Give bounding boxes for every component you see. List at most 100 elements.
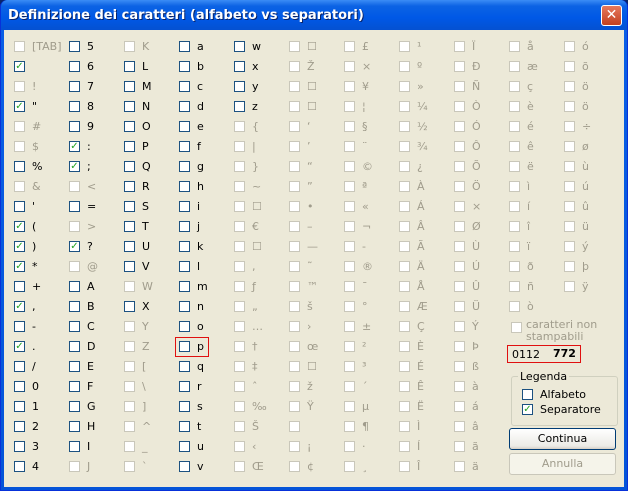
char-checkbox[interactable] — [69, 341, 80, 352]
char-checkbox[interactable] — [179, 361, 190, 372]
char-checkbox[interactable] — [234, 401, 245, 412]
char-checkbox[interactable] — [14, 201, 25, 212]
char-checkbox[interactable] — [124, 141, 135, 152]
char-checkbox[interactable] — [289, 181, 300, 192]
char-option[interactable]: È — [399, 340, 449, 355]
char-option[interactable]: p — [175, 337, 229, 357]
char-checkbox[interactable]: ✓ — [14, 261, 25, 272]
char-checkbox[interactable] — [344, 141, 355, 152]
char-checkbox[interactable] — [179, 61, 190, 72]
char-checkbox[interactable] — [454, 361, 465, 372]
char-checkbox[interactable] — [234, 141, 245, 152]
char-option[interactable]: ´ — [344, 380, 394, 395]
char-option[interactable]: I — [69, 440, 119, 455]
char-checkbox[interactable] — [234, 421, 245, 432]
char-checkbox[interactable] — [454, 81, 465, 92]
char-option[interactable]: j — [179, 220, 229, 235]
char-option[interactable]: õ — [564, 60, 614, 75]
char-checkbox[interactable] — [124, 41, 135, 52]
char-option[interactable]: ☐ — [289, 40, 339, 55]
char-checkbox[interactable] — [399, 421, 410, 432]
char-checkbox[interactable] — [454, 181, 465, 192]
char-checkbox[interactable] — [564, 181, 575, 192]
char-option[interactable]: Ù — [454, 240, 504, 255]
char-option[interactable]: T — [124, 220, 174, 235]
char-checkbox[interactable] — [69, 321, 80, 332]
char-option[interactable]: ® — [344, 260, 394, 275]
char-option[interactable]: K — [124, 40, 174, 55]
char-option[interactable]: ö — [564, 80, 614, 95]
char-option[interactable]: ƒ — [234, 280, 284, 295]
char-option[interactable]: ó — [564, 40, 614, 55]
char-checkbox[interactable] — [509, 301, 520, 312]
char-option[interactable]: B — [69, 300, 119, 315]
char-option[interactable]: ¶ — [344, 420, 394, 435]
char-checkbox[interactable] — [289, 461, 300, 472]
char-option[interactable]: ! — [14, 80, 64, 95]
char-checkbox[interactable] — [289, 401, 300, 412]
char-checkbox[interactable] — [289, 321, 300, 332]
close-button[interactable]: ✕ — [601, 5, 622, 26]
char-checkbox[interactable] — [344, 441, 355, 452]
char-checkbox[interactable] — [14, 321, 25, 332]
char-checkbox[interactable] — [69, 121, 80, 132]
char-option[interactable]: “ — [289, 160, 339, 175]
char-checkbox[interactable] — [344, 181, 355, 192]
char-checkbox[interactable] — [124, 281, 135, 292]
char-checkbox[interactable] — [234, 341, 245, 352]
char-option[interactable]: m — [179, 280, 229, 295]
char-checkbox[interactable] — [179, 321, 190, 332]
char-checkbox[interactable] — [344, 101, 355, 112]
char-checkbox[interactable] — [124, 161, 135, 172]
char-checkbox[interactable] — [399, 161, 410, 172]
char-option[interactable]: ` — [124, 460, 174, 475]
char-checkbox[interactable] — [289, 81, 300, 92]
char-option[interactable]: & — [14, 180, 64, 195]
char-option[interactable]: e — [179, 120, 229, 135]
char-checkbox[interactable] — [399, 461, 410, 472]
char-checkbox[interactable] — [344, 361, 355, 372]
char-option[interactable]: „ — [234, 300, 284, 315]
char-option[interactable]: ] — [124, 400, 174, 415]
char-checkbox[interactable] — [289, 281, 300, 292]
char-option[interactable]: Ò — [454, 100, 504, 115]
char-checkbox[interactable] — [454, 141, 465, 152]
char-option[interactable]: ™ — [289, 280, 339, 295]
char-option[interactable]: > — [69, 220, 119, 235]
char-checkbox[interactable] — [344, 261, 355, 272]
char-checkbox[interactable] — [179, 461, 190, 472]
char-checkbox[interactable] — [289, 421, 300, 432]
char-checkbox[interactable] — [454, 101, 465, 112]
char-checkbox[interactable] — [399, 221, 410, 232]
char-option[interactable]: d — [179, 100, 229, 115]
char-option[interactable]: × — [454, 200, 504, 215]
char-option[interactable]: ¬ — [344, 220, 394, 235]
char-checkbox[interactable] — [124, 301, 135, 312]
char-checkbox[interactable] — [289, 41, 300, 52]
char-checkbox[interactable] — [289, 441, 300, 452]
char-checkbox[interactable] — [454, 401, 465, 412]
char-option[interactable]: = — [69, 200, 119, 215]
char-checkbox[interactable] — [124, 361, 135, 372]
char-option[interactable]: ý — [564, 240, 614, 255]
char-checkbox[interactable] — [69, 381, 80, 392]
char-checkbox[interactable] — [69, 41, 80, 52]
char-option[interactable]: À — [399, 180, 449, 195]
char-option[interactable]: U — [124, 240, 174, 255]
nonprint-checkbox[interactable] — [511, 322, 522, 333]
char-checkbox[interactable] — [509, 161, 520, 172]
char-checkbox[interactable] — [69, 261, 80, 272]
char-checkbox[interactable] — [344, 201, 355, 212]
char-option[interactable]: a — [179, 40, 229, 55]
char-checkbox[interactable] — [289, 161, 300, 172]
char-checkbox[interactable] — [399, 81, 410, 92]
char-option[interactable]: ß — [454, 360, 504, 375]
char-checkbox[interactable] — [454, 41, 465, 52]
char-option[interactable]: ☐ — [234, 200, 284, 215]
char-option[interactable]: 2 — [14, 420, 64, 435]
char-checkbox[interactable] — [564, 101, 575, 112]
char-option[interactable]: z — [234, 100, 284, 115]
char-option[interactable]: ✓, — [14, 300, 64, 315]
char-checkbox[interactable] — [124, 421, 135, 432]
char-option[interactable]: î — [509, 220, 559, 235]
